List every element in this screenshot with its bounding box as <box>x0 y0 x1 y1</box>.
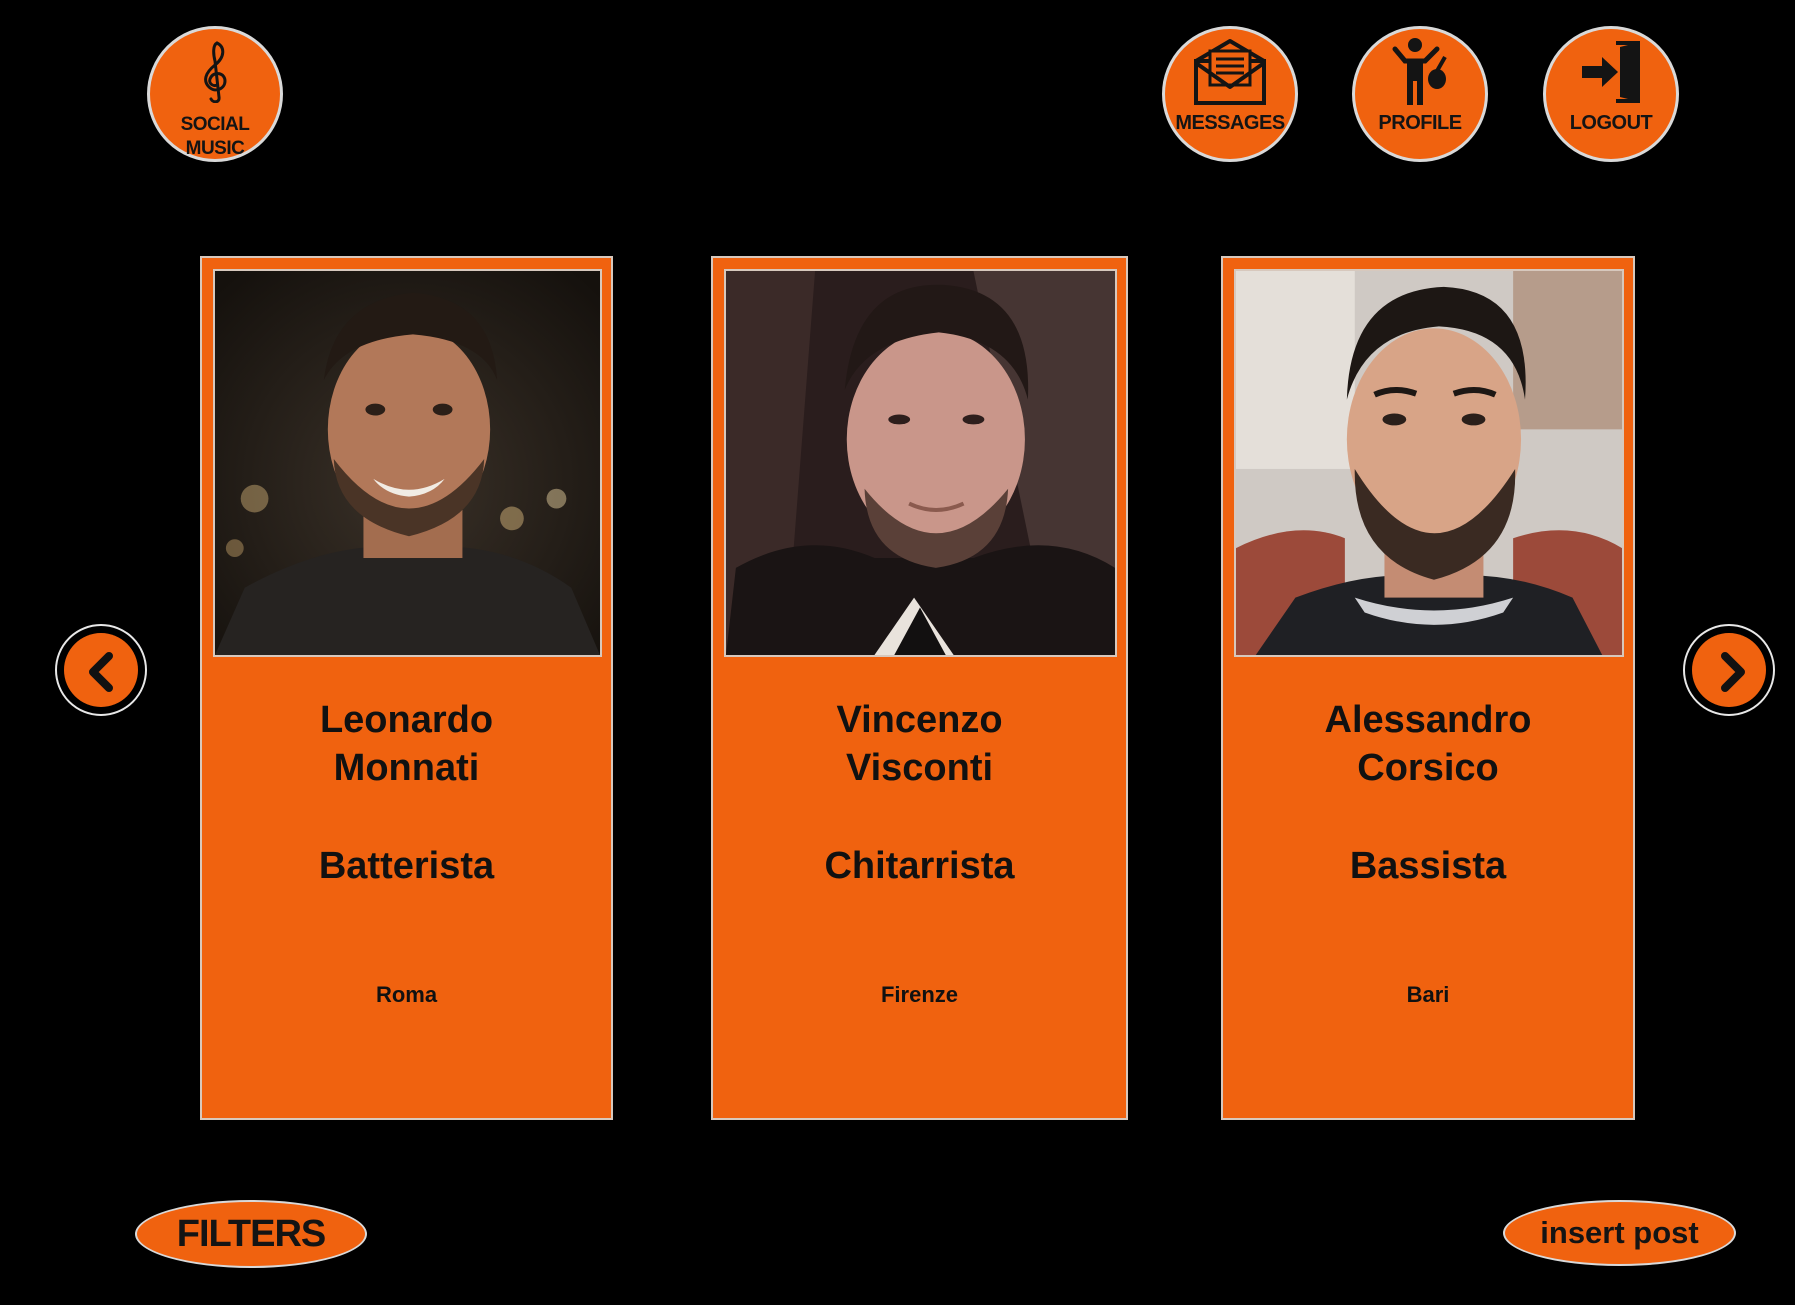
musician-last-name: Monnati <box>333 747 480 789</box>
profile-photo <box>724 269 1117 657</box>
musician-card[interactable]: Leonardo Monnati Batterista Roma <box>200 256 613 1120</box>
musician-first-name: Leonardo <box>319 699 494 741</box>
profile-photo <box>1234 269 1624 657</box>
musician-card[interactable]: Vincenzo Visconti Chitarrista Firenze <box>711 256 1128 1120</box>
carousel-prev-button[interactable] <box>55 624 147 716</box>
musician-card[interactable]: Alessandro Corsico Bassista Bari <box>1221 256 1635 1120</box>
carousel-next-button[interactable] <box>1683 624 1775 716</box>
chevron-right-icon <box>1721 652 1745 692</box>
musician-icon <box>1392 38 1447 105</box>
logo-label-line2: MUSIC <box>185 138 245 159</box>
musician-name: Leonardo Monnati <box>202 696 611 792</box>
logout-label: LOGOUT <box>1569 112 1653 134</box>
logout-button[interactable]: LOGOUT <box>1543 26 1679 162</box>
musician-last-name: Visconti <box>845 747 994 789</box>
exit-door-icon <box>1582 41 1640 103</box>
envelope-icon <box>1194 39 1266 105</box>
musician-role: Batterista <box>318 845 495 887</box>
chevron-left-icon <box>89 652 113 692</box>
page: SOCIAL MUSIC MESSAGES PROFILE LOGOUT Leo… <box>0 0 1795 1305</box>
musician-city: Bari <box>1406 982 1450 1007</box>
musician-name: Alessandro Corsico <box>1223 696 1633 792</box>
logo-label-line1: SOCIAL <box>180 114 250 135</box>
musician-role: Chitarrista <box>824 845 1015 887</box>
insert-post-button[interactable]: insert post <box>1503 1200 1736 1266</box>
musician-first-name: Alessandro <box>1324 699 1532 741</box>
treble-clef-icon <box>204 41 227 103</box>
social-music-logo-button[interactable]: SOCIAL MUSIC <box>147 26 283 162</box>
profile-button[interactable]: PROFILE <box>1352 26 1488 162</box>
profile-photo <box>213 269 602 657</box>
musician-name: Vincenzo Visconti <box>713 696 1126 792</box>
messages-label: MESSAGES <box>1175 112 1285 134</box>
musician-last-name: Corsico <box>1357 747 1499 789</box>
musician-city: Firenze <box>880 982 959 1007</box>
musician-first-name: Vincenzo <box>836 699 1003 741</box>
messages-button[interactable]: MESSAGES <box>1162 26 1298 162</box>
filters-button[interactable]: FILTERS <box>135 1200 367 1268</box>
musician-city: Roma <box>375 982 438 1007</box>
profile-label: PROFILE <box>1378 112 1462 134</box>
musician-role: Bassista <box>1349 845 1507 887</box>
